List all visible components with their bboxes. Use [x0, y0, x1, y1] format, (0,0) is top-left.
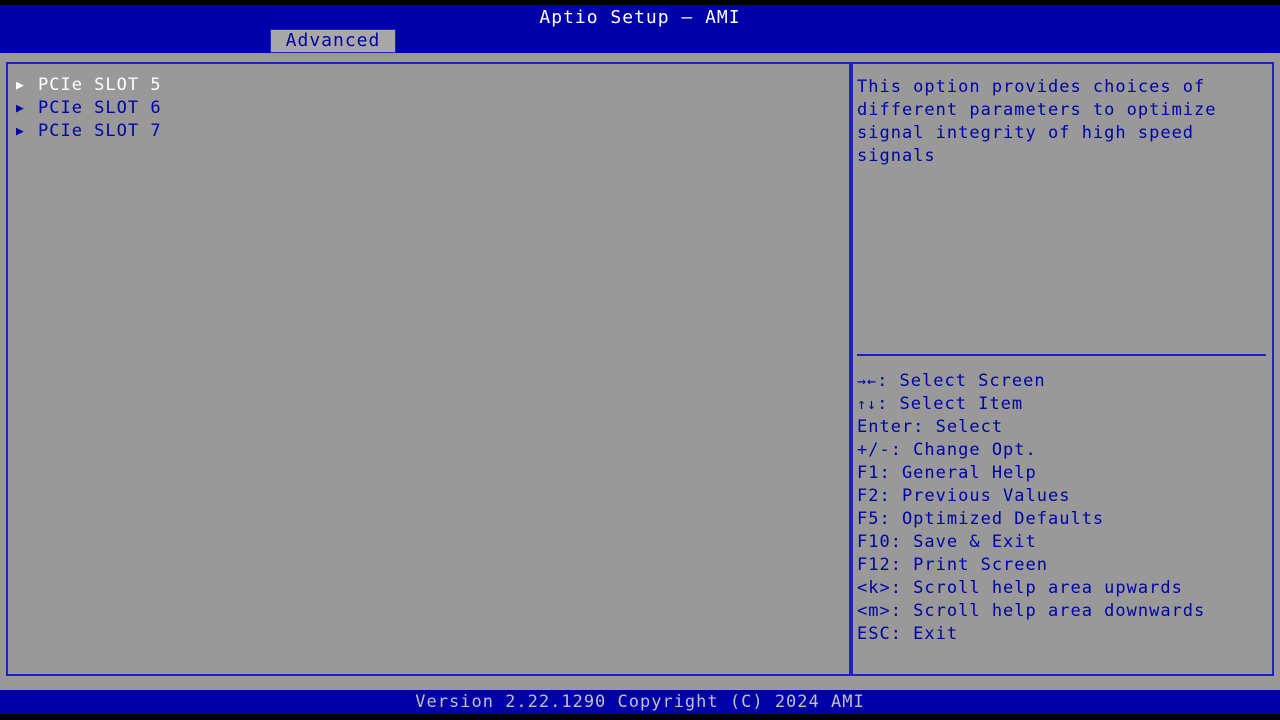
- page-title: Aptio Setup – AMI: [539, 7, 741, 28]
- key-legend-text: +/-: Change Opt.: [857, 440, 1037, 460]
- menu-item-label: PCIe SLOT 5: [38, 75, 162, 95]
- arrow-keys-icon: →←: [857, 372, 878, 390]
- key-legend-row: F10: Save & Exit: [857, 531, 1272, 554]
- key-legend-text: F5: Optimized Defaults: [857, 509, 1105, 529]
- submenu-arrow-icon: ▶: [16, 101, 25, 116]
- key-legend-text: ESC: Exit: [857, 624, 959, 644]
- key-legend-row: F2: Previous Values: [857, 485, 1272, 508]
- key-legend-row: <m>: Scroll help area downwards: [857, 600, 1272, 623]
- key-legend-text: F12: Print Screen: [857, 555, 1048, 575]
- key-legend-row: Enter: Select: [857, 416, 1272, 439]
- arrow-keys-icon: ↑↓: [857, 395, 878, 413]
- help-description: This option provides choices of differen…: [857, 77, 1228, 166]
- key-legend-row: F1: General Help: [857, 462, 1272, 485]
- version-text: Version 2.22.1290 Copyright (C) 2024 AMI: [415, 692, 865, 712]
- key-legend-row: F12: Print Screen: [857, 554, 1272, 577]
- key-legend-row: +/-: Change Opt.: [857, 439, 1272, 462]
- menu-item-pcie-slot-5[interactable]: ▶ PCIe SLOT 5: [8, 74, 849, 97]
- bottom-black-strip: [0, 714, 1280, 720]
- key-legend-row: F5: Optimized Defaults: [857, 508, 1272, 531]
- key-legend-text: <k>: Scroll help area upwards: [857, 578, 1183, 598]
- key-legend-text: : Select Item: [877, 394, 1024, 414]
- key-legend-text: F10: Save & Exit: [857, 532, 1037, 552]
- key-legend-text: : Select Screen: [877, 371, 1046, 391]
- key-legend-text: <m>: Scroll help area downwards: [857, 601, 1206, 621]
- submenu-arrow-icon: ▶: [16, 78, 25, 93]
- key-legend-text: F2: Previous Values: [857, 486, 1071, 506]
- help-separator: [857, 354, 1266, 356]
- key-legend-row: ↑↓: Select Item: [857, 393, 1272, 416]
- menu-item-label: PCIe SLOT 6: [38, 98, 162, 118]
- bios-setup-screen: Aptio Setup – AMI Advanced ▶ PCIe SLOT 5 ▶…: [0, 0, 1280, 720]
- menu-item-label: PCIe SLOT 7: [38, 121, 162, 141]
- key-legend-list: →←: Select Screen ↑↓: Select Item Enter: S…: [857, 370, 1272, 646]
- key-legend-row: →←: Select Screen: [857, 370, 1272, 393]
- menu-panel: ▶ PCIe SLOT 5 ▶ PCIe SLOT 6 ▶ PCIe SLOT 7: [6, 62, 851, 676]
- help-panel: This option provides choices of differen…: [851, 62, 1274, 676]
- key-legend-row: ESC: Exit: [857, 623, 1272, 646]
- key-legend-row: <k>: Scroll help area upwards: [857, 577, 1272, 600]
- menu-item-pcie-slot-6[interactable]: ▶ PCIe SLOT 6: [8, 97, 849, 120]
- tab-bar: [0, 29, 1280, 53]
- menu-item-pcie-slot-7[interactable]: ▶ PCIe SLOT 7: [8, 120, 849, 143]
- submenu-arrow-icon: ▶: [16, 124, 25, 139]
- key-legend-text: F1: General Help: [857, 463, 1037, 483]
- menu-list: ▶ PCIe SLOT 5 ▶ PCIe SLOT 6 ▶ PCIe SLOT 7: [8, 64, 849, 143]
- tab-advanced[interactable]: Advanced: [270, 29, 396, 53]
- key-legend-text: Enter: Select: [857, 417, 1004, 437]
